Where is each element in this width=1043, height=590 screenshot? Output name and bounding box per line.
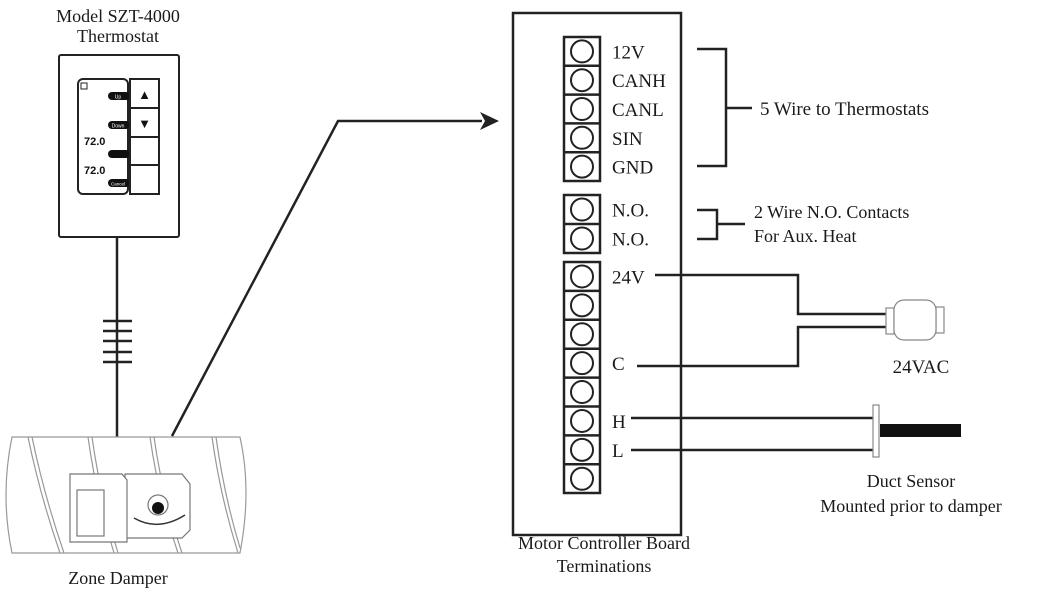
terminal-label: C	[612, 354, 625, 375]
thermostat-title-line1: Model SZT-4000	[56, 6, 180, 26]
wire-24v	[655, 273, 888, 316]
side-button-down[interactable]: Down	[108, 121, 130, 130]
board-label-line1: Motor Controller Board	[518, 533, 690, 553]
terminal-screw-icon	[570, 293, 594, 318]
terminal-screw-icon	[570, 125, 594, 150]
duct-sensor-label-line1: Duct Sensor	[867, 471, 956, 491]
terminal-label: CANH	[612, 71, 666, 92]
wiring-diagram: Model SZT-4000 Thermostat Up Down Cancel…	[5, 6, 1002, 588]
terminal-label: N.O.	[612, 230, 649, 251]
terminal-label: H	[612, 412, 626, 433]
terminal-screw-icon	[570, 380, 594, 405]
arrow-head-icon	[480, 112, 499, 130]
svg-text:Up: Up	[115, 95, 122, 101]
transformer-icon	[885, 299, 945, 341]
blank-button-1[interactable]	[129, 136, 160, 166]
terminal-label: SIN	[612, 129, 643, 150]
two-wire-label-line1: 2 Wire N.O. Contacts	[754, 202, 909, 222]
terminal-screw-icon	[570, 408, 594, 433]
damper-shaft-icon	[152, 502, 164, 514]
down-arrow-icon: ▼	[138, 116, 151, 131]
terminal-screw-icon	[570, 226, 594, 251]
terminal-label: L	[612, 441, 624, 462]
board-label-line2: Terminations	[557, 556, 652, 576]
reading-2: 72.0	[84, 165, 105, 177]
up-arrow-icon: ▲	[138, 87, 151, 102]
terminal-label: CANL	[612, 100, 664, 121]
two-wire-label-line2: For Aux. Heat	[754, 226, 857, 246]
terminal-screw-icon	[570, 154, 594, 179]
svg-text:Cancel: Cancel	[111, 182, 125, 187]
terminal-screw-icon	[570, 322, 594, 347]
five-wire-label: 5 Wire to Thermostats	[760, 99, 929, 120]
terminal-screw-icon	[570, 197, 594, 222]
duct-sensor-probe-icon	[880, 424, 961, 437]
duct-sensor-mount	[872, 404, 880, 458]
blank-button-2[interactable]	[129, 164, 160, 195]
terminal-screw-icon	[570, 466, 594, 491]
terminal-screw-icon	[570, 264, 594, 289]
terminal-screw-icon	[570, 97, 594, 121]
duct-sensor-label-line2: Mounted prior to damper	[820, 496, 1001, 516]
thermostat: Up Down Cancel 72.0 72.0 ▲ ▼	[58, 54, 180, 238]
connection-arrow-line	[170, 119, 482, 437]
svg-text:Down: Down	[112, 124, 125, 130]
terminal-screw-icon	[570, 68, 594, 93]
five-wire-bracket	[697, 47, 728, 168]
side-button-3[interactable]	[108, 150, 130, 158]
zone-damper	[5, 436, 247, 554]
terminal-screw-icon	[570, 351, 594, 376]
reading-1: 72.0	[84, 136, 105, 148]
side-button-cancel[interactable]: Cancel	[108, 179, 130, 187]
transformer-label: 24VAC	[893, 357, 950, 378]
terminal-screw-icon	[570, 39, 594, 64]
terminal-screw-icon	[570, 437, 594, 462]
terminal-label: 24V	[612, 267, 645, 288]
terminal-label: 12V	[612, 42, 645, 63]
thermostat-title-line2: Thermostat	[77, 26, 159, 46]
terminal-label: GND	[612, 158, 653, 179]
zone-damper-label: Zone Damper	[68, 568, 167, 588]
terminal-label: N.O.	[612, 201, 649, 222]
side-button-up[interactable]: Up	[108, 92, 130, 101]
two-wire-bracket	[697, 208, 719, 241]
